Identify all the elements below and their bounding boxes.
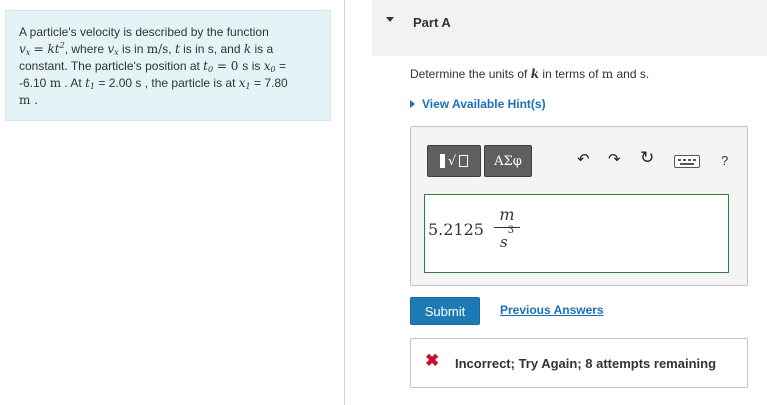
previous-answers-link[interactable]: Previous Answers: [500, 303, 604, 317]
problem-line-5: m .: [19, 93, 39, 107]
collapse-caret-icon[interactable]: [386, 17, 394, 22]
feedback-message: Incorrect; Try Again; 8 attempts remaini…: [455, 356, 717, 371]
unit-m: m: [49, 76, 62, 90]
var-k-question: k: [530, 67, 540, 81]
block-icon: [439, 154, 445, 168]
answer-box: √ ΑΣφ ↶ ↷ ↻ ? 5.2125 m s3: [410, 126, 748, 286]
var-vx: vx: [19, 42, 31, 57]
answer-value: 5.2125: [428, 220, 484, 239]
templates-button[interactable]: √: [427, 145, 481, 177]
answer-units-fraction: m s3: [494, 205, 520, 253]
equation-kt2: = kt2: [33, 41, 65, 57]
problem-statement: A particle's velocity is described by th…: [5, 10, 331, 121]
part-a-header[interactable]: Part A: [372, 0, 767, 56]
var-x0: x0: [263, 59, 276, 74]
radical-icon: √: [447, 153, 457, 169]
redo-icon[interactable]: ↷: [608, 150, 621, 170]
incorrect-icon: ✖: [425, 351, 440, 370]
unit-m-question: m: [601, 67, 614, 81]
problem-line-1: A particle's velocity is described by th…: [19, 25, 269, 39]
question-text: Determine the units of k in terms of m a…: [410, 67, 650, 81]
empty-box-icon: [459, 155, 469, 167]
units-denominator: s3: [499, 225, 515, 251]
part-title: Part A: [413, 15, 451, 30]
greek-symbols-button[interactable]: ΑΣφ: [484, 145, 532, 177]
column-divider: [344, 0, 345, 405]
undo-icon[interactable]: ↶: [577, 150, 590, 170]
view-hints-link[interactable]: View Available Hint(s): [410, 97, 546, 111]
var-t1: t1: [85, 76, 96, 91]
keyboard-icon[interactable]: [674, 155, 700, 168]
help-icon[interactable]: ?: [721, 151, 728, 171]
unit-ms: m/s: [146, 42, 169, 56]
units-numerator: m: [499, 205, 515, 224]
var-t0: t0: [203, 59, 214, 74]
expand-caret-icon: [410, 100, 415, 108]
var-x1: x1: [238, 76, 251, 91]
var-vx-2: vx: [107, 42, 119, 57]
answer-input[interactable]: 5.2125 m s3: [424, 194, 729, 273]
submit-button[interactable]: Submit: [410, 297, 480, 325]
feedback-box: ✖ Incorrect; Try Again; 8 attempts remai…: [410, 338, 748, 388]
reset-icon[interactable]: ↻: [640, 148, 654, 168]
